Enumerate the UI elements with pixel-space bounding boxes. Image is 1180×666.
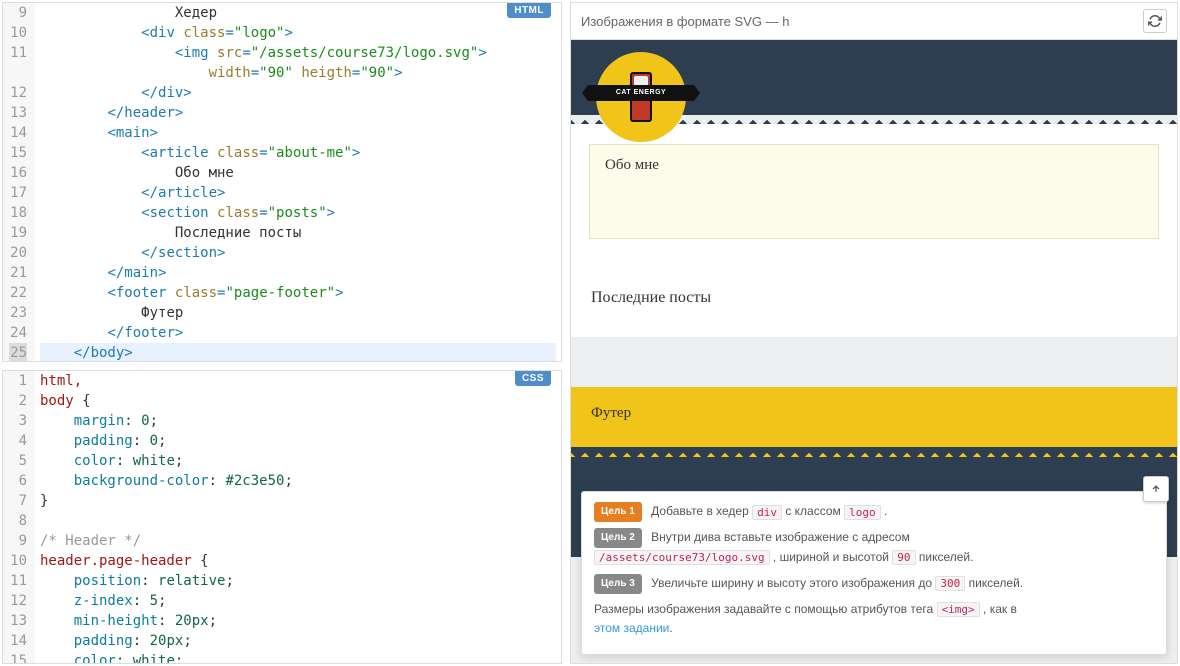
css-badge: CSS	[515, 371, 551, 386]
css-code-content[interactable]: html,body { margin: 0; padding: 0; color…	[35, 371, 561, 664]
preview-column: CAT ENERGY Обо мне Последние посты Футер…	[570, 2, 1178, 664]
pv-logo: CAT ENERGY	[596, 52, 686, 142]
css-gutter: 123456789101112131415	[3, 371, 35, 664]
editors-column: HTML 91011121314151617181920212223242526…	[2, 2, 562, 664]
refresh-button[interactable]	[1143, 9, 1167, 33]
goal-hint: Размеры изображения задавайте с помощью …	[594, 600, 1154, 638]
pv-header: CAT ENERGY	[571, 40, 1177, 115]
goal-3: Цель 3 Увеличьте ширину и высоту этого и…	[594, 574, 1154, 594]
preview-header	[571, 3, 1177, 40]
html-editor-panel[interactable]: HTML 91011121314151617181920212223242526…	[2, 2, 562, 362]
refresh-icon	[1148, 14, 1162, 28]
goal-2: Цель 2 Внутри дива вставьте изображение …	[594, 528, 1154, 567]
pv-about: Обо мне	[589, 144, 1159, 239]
hint-link[interactable]: этом задании	[594, 621, 669, 635]
arrow-up-icon	[1151, 484, 1161, 494]
pv-main: Обо мне Последние посты	[571, 124, 1177, 337]
goal-1: Цель 1 Добавьте в хедер div с классом lo…	[594, 502, 1154, 522]
preview-body: CAT ENERGY Обо мне Последние посты Футер…	[571, 40, 1177, 663]
css-editor-panel[interactable]: CSS 123456789101112131415 html,body { ma…	[2, 370, 562, 664]
pv-posts: Последние посты	[589, 279, 1159, 317]
goals-panel: Цель 1 Добавьте в хедер div с классом lo…	[581, 491, 1167, 655]
html-badge: HTML	[507, 3, 551, 18]
html-gutter: 91011121314151617181920212223242526	[3, 3, 35, 362]
pv-footer: Футер	[571, 387, 1177, 447]
pv-logo-text: CAT ENERGY	[588, 85, 694, 101]
preview-title-input[interactable]	[581, 14, 1133, 29]
html-code-content[interactable]: Хедер <div class="logo"> <img src="/asse…	[35, 3, 561, 362]
back-to-top-button[interactable]	[1143, 476, 1169, 502]
